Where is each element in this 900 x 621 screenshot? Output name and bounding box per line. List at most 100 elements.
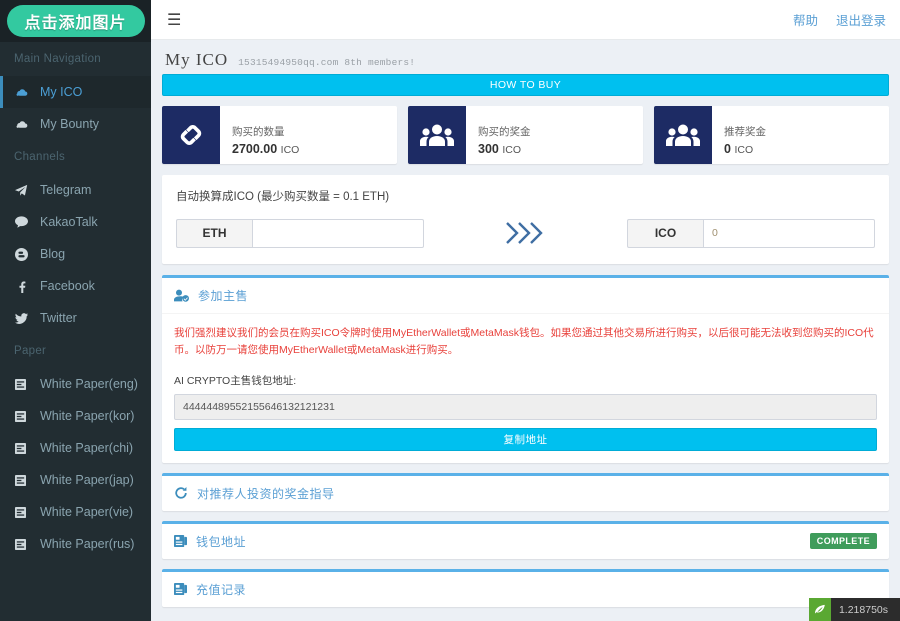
- help-link[interactable]: 帮助: [793, 10, 818, 29]
- sidebar-item-label: My ICO: [40, 84, 83, 99]
- deposit-records-header[interactable]: 充值记录: [162, 572, 889, 607]
- how-to-buy-button[interactable]: HOW TO BUY: [162, 74, 889, 96]
- main-sale-title: 参加主售: [198, 289, 249, 303]
- sidebar-item-my-ico[interactable]: My ICO: [0, 76, 151, 108]
- sidebar-item-white-paper-vie[interactable]: White Paper(vie): [0, 496, 151, 528]
- referral-bonus-guide-box[interactable]: 对推荐人投资的奖金指导: [162, 472, 889, 511]
- user-check-icon: [174, 289, 189, 302]
- sidebar-item-telegram[interactable]: Telegram: [0, 174, 151, 206]
- cloud-icon: [15, 87, 33, 98]
- twitter-icon: [15, 312, 33, 324]
- convert-row: ETH ICO: [176, 218, 875, 248]
- stat-unit: ICO: [734, 144, 754, 156]
- wallet-address-title: 钱包地址: [196, 534, 247, 549]
- page-subtitle: 15315494950qq.com 8th members!: [238, 57, 416, 68]
- sidebar-item-white-paper-kor[interactable]: White Paper(kor): [0, 400, 151, 432]
- wallet-address-box[interactable]: 钱包地址 COMPLETE: [162, 520, 889, 559]
- stat-number: 300: [478, 142, 499, 156]
- main-sale-warning-text: 我们强烈建议我们的会员在购买ICO令牌时使用MyEtherWallet或Meta…: [174, 327, 874, 357]
- convert-panel: 自动换算成ICO (最少购买数量 = 0.1 ETH) ETH ICO 0: [162, 175, 889, 264]
- sidebar-item-white-paper-rus[interactable]: White Paper(rus): [0, 528, 151, 560]
- app-root: 点击添加图片 Main Navigation My ICO My Bounty …: [0, 0, 900, 621]
- referral-bonus-guide-header[interactable]: 对推荐人投资的奖金指导: [162, 476, 889, 511]
- stat-value: 0 ICO: [724, 142, 766, 156]
- sidebar-item-white-paper-chi[interactable]: White Paper(chi): [0, 432, 151, 464]
- sidebar-item-label: Facebook: [40, 278, 95, 293]
- sidebar-section-header-main: Main Navigation: [0, 42, 151, 76]
- main-sale-header: 参加主售: [162, 278, 889, 313]
- eth-amount-input[interactable]: [252, 218, 424, 248]
- document-icon: [15, 442, 33, 454]
- sidebar-section-header-paper: Paper: [0, 334, 151, 368]
- sidebar-section-header-channels: Channels: [0, 140, 151, 174]
- sidebar-item-label: White Paper(chi): [40, 440, 134, 455]
- main-sale-box: 参加主售 我们强烈建议我们的会员在购买ICO令牌时使用MyEtherWallet…: [162, 275, 889, 463]
- sidebar-item-label: KakaoTalk: [40, 214, 98, 229]
- document-icon: [15, 474, 33, 486]
- main-sale-body: 我们强烈建议我们的会员在购买ICO令牌时使用MyEtherWallet或Meta…: [162, 313, 889, 463]
- sidebar-item-label: White Paper(jap): [40, 472, 134, 487]
- document-icon: [15, 538, 33, 550]
- copy-address-button[interactable]: 复制地址: [174, 427, 877, 451]
- topbar-actions: 帮助 退出登录: [793, 10, 886, 29]
- page-header: My ICO 15315494950qq.com 8th members!: [151, 40, 900, 74]
- wallet-icon: [174, 582, 187, 596]
- cloud-icon: [15, 119, 33, 130]
- blogger-icon: [15, 247, 33, 261]
- stat-value: 300 ICO: [478, 142, 531, 156]
- sidebar-item-label: Telegram: [40, 182, 92, 197]
- sidebar-item-white-paper-jap[interactable]: White Paper(jap): [0, 464, 151, 496]
- sidebar-item-label: White Paper(vie): [40, 504, 134, 519]
- sidebar-item-label: White Paper(eng): [40, 376, 138, 391]
- eth-addon-label: ETH: [176, 218, 252, 248]
- sidebar-item-label: Blog: [40, 246, 66, 261]
- hamburger-icon[interactable]: ☰: [163, 10, 185, 30]
- debug-toolbar[interactable]: 1.218750s: [808, 598, 900, 621]
- double-chevron-right-icon: [424, 218, 627, 248]
- main-content: HOW TO BUY 购买的数量 2700.00 ICO 购买的奖金 300 I…: [151, 74, 900, 621]
- sidebar-item-white-paper-eng[interactable]: White Paper(eng): [0, 368, 151, 400]
- sidebar-item-label: White Paper(kor): [40, 408, 135, 423]
- sidebar-item-label: White Paper(rus): [40, 536, 135, 551]
- comment-icon: [15, 216, 33, 228]
- referral-bonus-guide-title: 对推荐人投资的奖金指导: [197, 486, 335, 501]
- stat-label: 购买的数量: [232, 126, 285, 138]
- refresh-icon: [174, 486, 188, 500]
- eth-input-group: ETH: [176, 218, 424, 248]
- wallet-address-header[interactable]: 钱包地址 COMPLETE: [162, 524, 889, 559]
- sidebar-item-my-bounty[interactable]: My Bounty: [0, 108, 151, 140]
- wallet-address-input[interactable]: [174, 393, 877, 420]
- sidebar-item-facebook[interactable]: Facebook: [0, 270, 151, 302]
- sidebar-logo[interactable]: 点击添加图片: [0, 0, 151, 42]
- stat-number: 0: [724, 142, 731, 156]
- stat-body: 购买的数量 2700.00 ICO: [220, 106, 299, 164]
- convert-title: 自动换算成ICO (最少购买数量 = 0.1 ETH): [176, 191, 390, 203]
- logout-link[interactable]: 退出登录: [836, 10, 886, 29]
- users-icon: [408, 106, 466, 164]
- chain-link-icon: [162, 106, 220, 164]
- sidebar-item-label: Twitter: [40, 310, 77, 325]
- sidebar-item-blog[interactable]: Blog: [0, 238, 151, 270]
- stat-number: 2700.00: [232, 142, 278, 156]
- stats-row: 购买的数量 2700.00 ICO 购买的奖金 300 ICO 推荐奖金 0 I…: [162, 106, 889, 164]
- content-column: ☰ 帮助 退出登录 My ICO 15315494950qq.com 8th m…: [151, 0, 900, 621]
- deposit-records-box[interactable]: 充值记录: [162, 568, 889, 607]
- deposit-records-title: 充值记录: [196, 582, 247, 597]
- document-icon: [15, 506, 33, 518]
- ico-amount-input[interactable]: [703, 218, 875, 248]
- stat-value: 2700.00 ICO: [232, 142, 299, 156]
- sidebar-item-twitter[interactable]: Twitter: [0, 302, 151, 334]
- paper-plane-icon: [15, 184, 33, 197]
- stat-box-purchased-amount: 购买的数量 2700.00 ICO: [162, 106, 397, 164]
- stat-unit: ICO: [280, 144, 300, 156]
- page-title: My ICO: [165, 50, 229, 69]
- stat-label: 推荐奖金: [724, 126, 766, 138]
- debug-leaf-icon: [808, 598, 831, 621]
- ico-addon-label: ICO: [627, 218, 703, 248]
- stat-box-referral-bonus: 推荐奖金 0 ICO: [654, 106, 889, 164]
- facebook-icon: [15, 280, 33, 293]
- document-icon: [15, 378, 33, 390]
- status-badge: COMPLETE: [809, 533, 877, 550]
- sidebar-item-kakaotalk[interactable]: KakaoTalk: [0, 206, 151, 238]
- document-icon: [15, 410, 33, 422]
